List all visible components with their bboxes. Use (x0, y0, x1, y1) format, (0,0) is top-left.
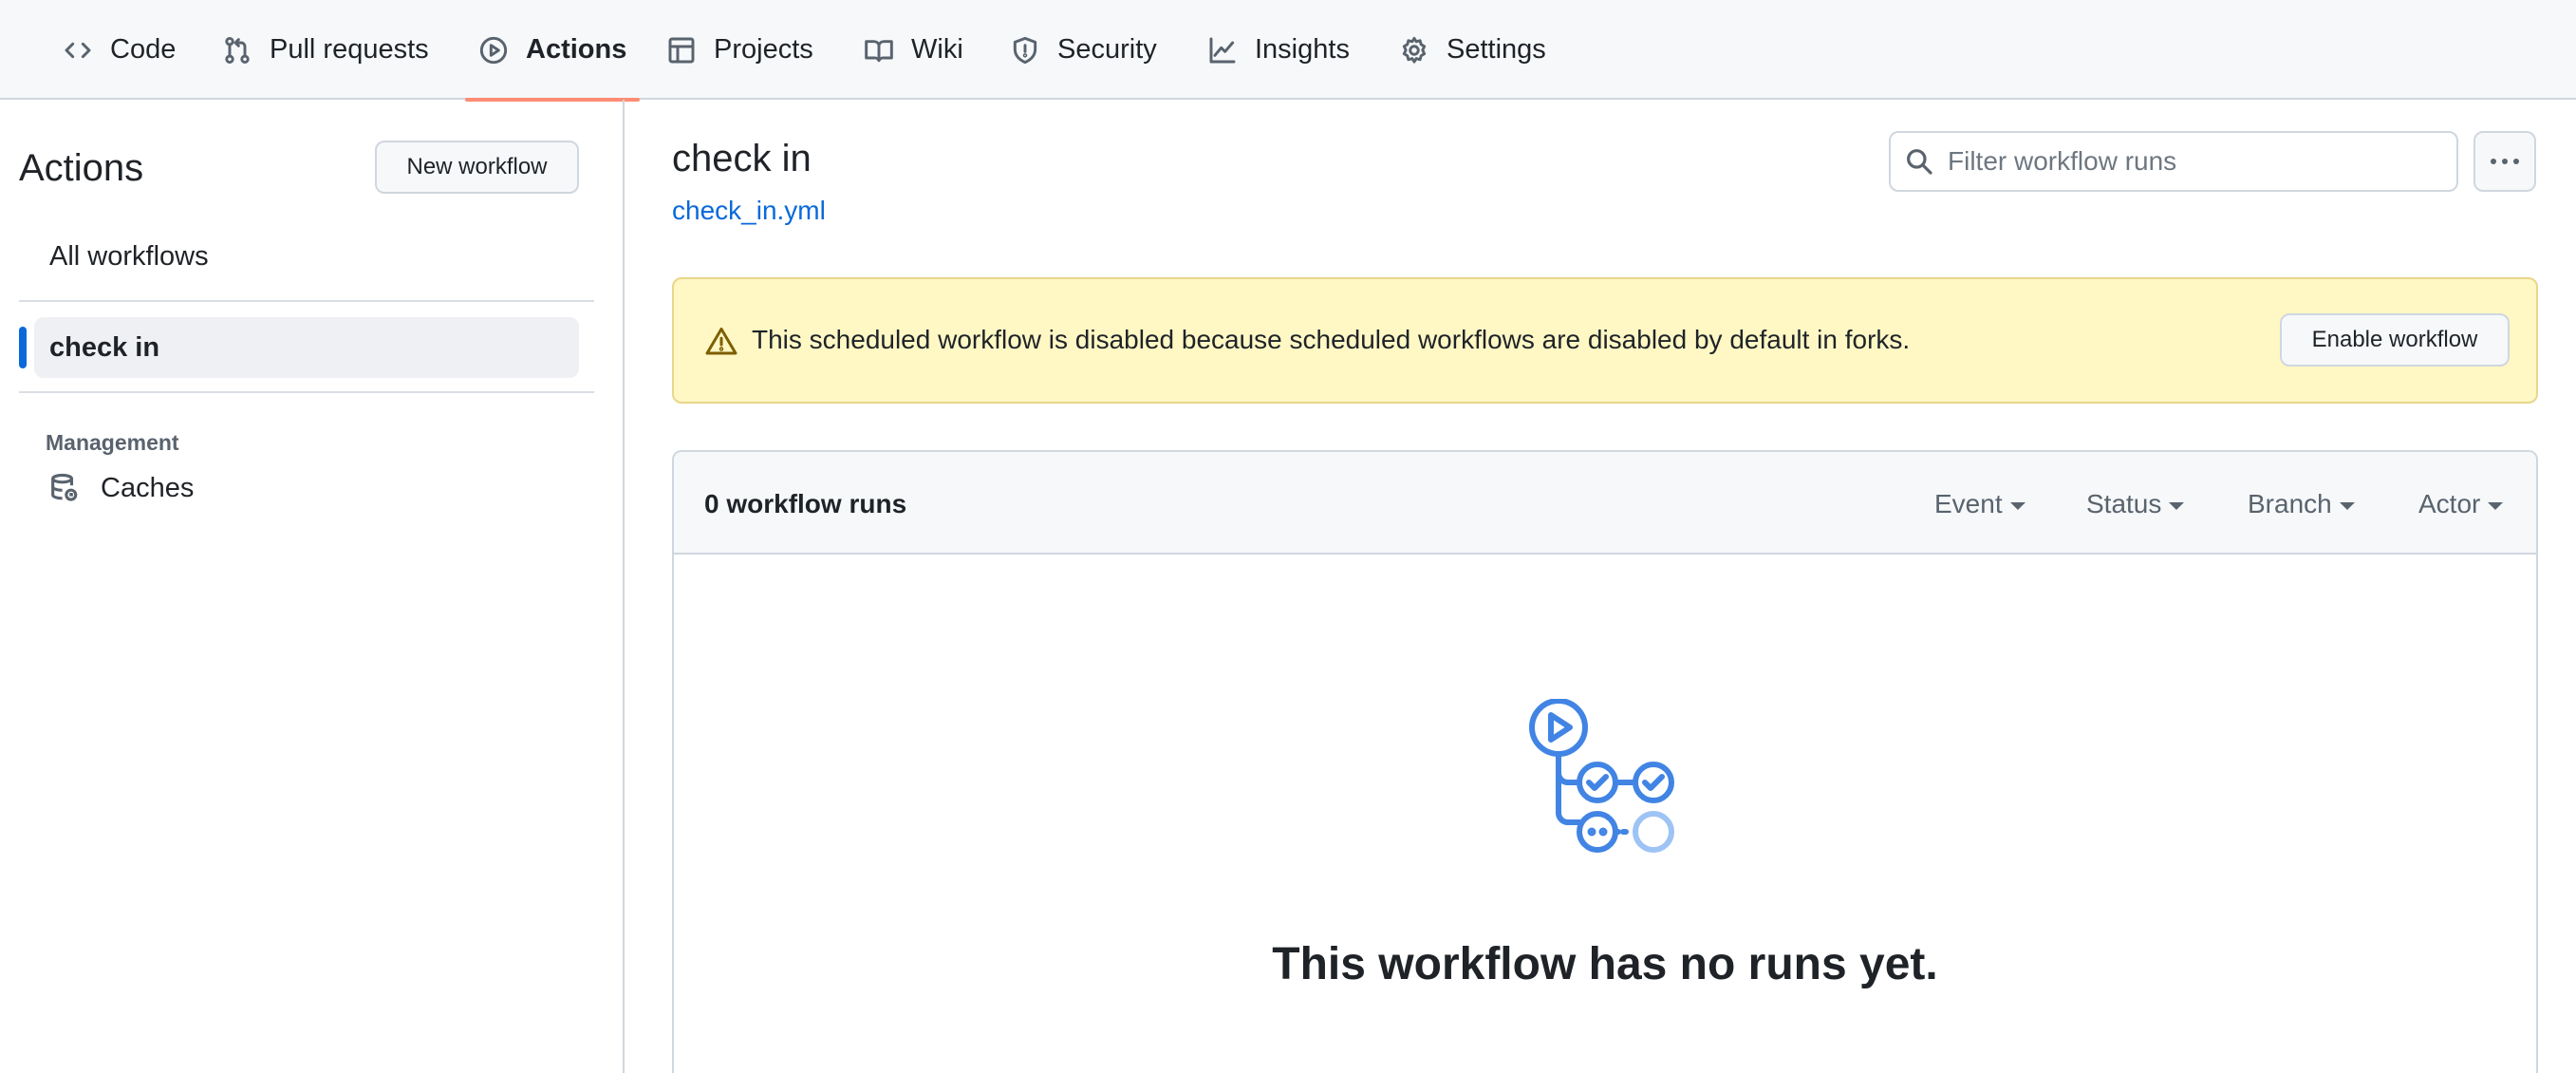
kebab-dot (2491, 159, 2496, 164)
workflow-title: check in (672, 138, 812, 179)
filter-label: Status (2086, 489, 2162, 518)
tab-security[interactable]: Security (997, 0, 1170, 100)
shield-icon (1013, 36, 1037, 64)
runs-count: 0 workflow runs (704, 489, 907, 518)
search-icon (1907, 149, 1932, 175)
caret-down-icon (2009, 502, 2025, 510)
tab-insights[interactable]: Insights (1194, 0, 1363, 100)
tab-wiki[interactable]: Wiki (850, 0, 977, 100)
tab-label: Code (110, 34, 177, 65)
workflow-file-link[interactable]: check_in.yml (672, 196, 826, 226)
graph-icon (1209, 37, 1236, 63)
book-icon (865, 39, 893, 62)
tab-actions[interactable]: Actions (465, 0, 641, 102)
tab-label: Projects (714, 34, 813, 65)
caret-down-icon (2339, 502, 2355, 510)
actor-filter-dropdown[interactable]: Actor (2418, 489, 2504, 519)
enable-workflow-button[interactable]: Enable workflow (2280, 313, 2510, 367)
branch-filter-dropdown[interactable]: Branch (2248, 489, 2355, 519)
repo-nav: Code Pull requests Actions Projects Wiki… (0, 0, 2576, 102)
filter-label: Event (1934, 489, 2003, 518)
banner-message: This scheduled workflow is disabled beca… (752, 325, 1911, 354)
sidebar-item-label: All workflows (49, 240, 209, 272)
database-icon (51, 473, 78, 501)
tab-label: Settings (1447, 34, 1546, 65)
alert-icon (705, 328, 737, 355)
empty-state-title: This workflow has no runs yet. (1272, 939, 1938, 989)
sidebar-item-caches[interactable]: Caches (47, 462, 194, 514)
selected-indicator (19, 327, 27, 368)
tab-projects[interactable]: Projects (653, 0, 827, 100)
filter-label: Branch (2248, 489, 2332, 518)
search-input[interactable] (1948, 146, 2441, 177)
sidebar-item-label: check in (49, 331, 160, 363)
tab-label: Insights (1255, 34, 1350, 65)
sidebar-item-label: Caches (101, 472, 195, 503)
tab-label: Wiki (911, 34, 963, 65)
tab-label: Security (1057, 34, 1157, 65)
new-workflow-button[interactable]: New workflow (375, 141, 579, 194)
code-icon (65, 42, 91, 58)
kebab-dot (2502, 159, 2508, 164)
sidebar-divider (19, 300, 594, 302)
disabled-workflow-banner: This scheduled workflow is disabled beca… (672, 277, 2538, 404)
tab-settings[interactable]: Settings (1386, 0, 1559, 100)
play-icon (479, 36, 508, 64)
filter-label: Actor (2418, 489, 2481, 518)
git-pull-request-icon (225, 36, 250, 64)
workflow-empty-state-icon (1529, 699, 1674, 853)
gear-icon (1402, 36, 1427, 64)
sidebar-item-all-workflows[interactable]: All workflows (34, 226, 579, 287)
caret-down-icon (2169, 502, 2185, 510)
management-heading: Management (46, 430, 179, 455)
sidebar-title: Actions (19, 147, 144, 189)
tab-pull-requests[interactable]: Pull requests (209, 0, 442, 100)
caret-down-icon (2488, 502, 2504, 510)
kebab-dot (2513, 159, 2519, 164)
sidebar-item-check-in[interactable]: check in (34, 317, 579, 378)
tab-label: Pull requests (270, 34, 429, 65)
tab-label: Actions (526, 34, 627, 65)
workflow-runs-box: 0 workflow runs Event Status Branch Acto… (672, 450, 2538, 1073)
more-options-button[interactable] (2473, 131, 2536, 192)
tab-code[interactable]: Code (49, 0, 189, 100)
status-filter-dropdown[interactable]: Status (2086, 489, 2185, 519)
runs-header: 0 workflow runs Event Status Branch Acto… (674, 452, 2536, 555)
filter-runs-search[interactable] (1889, 131, 2458, 192)
event-filter-dropdown[interactable]: Event (1934, 489, 2025, 519)
table-icon (668, 37, 695, 63)
sidebar-divider (19, 391, 594, 393)
actions-sidebar: Actions New workflow All workflows check… (0, 100, 625, 1073)
